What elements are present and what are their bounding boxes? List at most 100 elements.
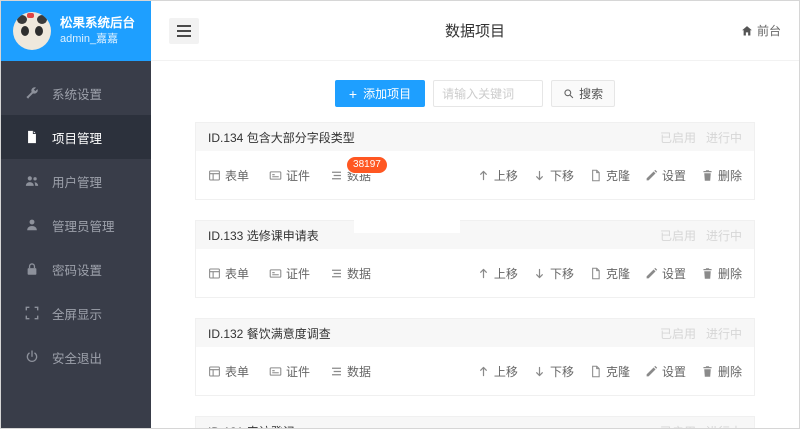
move-down-button[interactable]: 下移 [533, 363, 574, 380]
avatar [13, 12, 51, 50]
card-body: 表单 证件 数据 38197 [196, 151, 754, 199]
project-card-list: ID.134 包含大部分字段类型 已启用 进行中 表单 [195, 122, 755, 428]
data-icon [330, 169, 343, 182]
certificate-button[interactable]: 证件 [269, 363, 310, 380]
sidebar-menu: 系统设置 项目管理 用户管理 管理员管理 密码设置 全屏显示 [1, 61, 151, 428]
menu-toggle-button[interactable] [169, 18, 199, 44]
sidebar-item-fullscreen[interactable]: 全屏显示 [1, 291, 151, 335]
form-icon [208, 365, 221, 378]
status-badges: 已启用 进行中 [660, 227, 742, 244]
delete-button[interactable]: 删除 [701, 265, 742, 282]
status-enabled: 已启用 [660, 325, 696, 342]
page-title: 数据项目 [151, 20, 799, 41]
card-title: ID.131 来访登记 [208, 423, 295, 429]
add-project-button[interactable]: + 添加项目 [335, 80, 425, 107]
sidebar-item-admin-management[interactable]: 管理员管理 [1, 203, 151, 247]
move-up-button[interactable]: 上移 [477, 363, 518, 380]
project-card: ID.133 选修课申请表 已启用 进行中 表单 [195, 220, 755, 298]
sidebar-item-system-settings[interactable]: 系统设置 [1, 71, 151, 115]
project-card: ID.131 来访登记 已启用 进行中 表单 [195, 416, 755, 428]
status-enabled: 已启用 [660, 423, 696, 429]
brand-header: 松果系统后台 admin_嘉嘉 [1, 1, 151, 61]
form-button[interactable]: 表单 [208, 167, 249, 184]
status-badges: 已启用 进行中 [660, 129, 742, 146]
topbar: 数据项目 前台 [151, 1, 799, 61]
form-button[interactable]: 表单 [208, 265, 249, 282]
data-button[interactable]: 数据 [330, 265, 371, 282]
admin-user-icon [25, 218, 39, 232]
sidebar-item-password-settings[interactable]: 密码设置 [1, 247, 151, 291]
form-button[interactable]: 表单 [208, 363, 249, 380]
project-card: ID.132 餐饮满意度调查 已启用 进行中 表单 [195, 318, 755, 396]
sidebar-item-label: 项目管理 [52, 128, 102, 147]
lock-icon [25, 262, 39, 276]
settings-button[interactable]: 设置 [645, 363, 686, 380]
pencil-icon [645, 267, 658, 280]
users-icon [25, 174, 39, 188]
search-icon [563, 88, 574, 99]
search-button-label: 搜索 [579, 85, 603, 102]
certificate-button[interactable]: 证件 [269, 265, 310, 282]
data-icon [330, 267, 343, 280]
clone-button[interactable]: 克隆 [589, 265, 630, 282]
status-enabled: 已启用 [660, 129, 696, 146]
status-badges: 已启用 进行中 [660, 423, 742, 429]
settings-button[interactable]: 设置 [645, 167, 686, 184]
sidebar-item-label: 安全退出 [52, 348, 102, 367]
status-running: 进行中 [706, 129, 742, 146]
arrow-up-icon [477, 267, 490, 280]
card-title: ID.132 餐饮满意度调查 [208, 325, 331, 342]
main-area: 数据项目 前台 + 添加项目 搜索 [151, 1, 799, 428]
arrow-down-icon [533, 365, 546, 378]
data-button[interactable]: 数据 38197 [330, 167, 371, 184]
pencil-icon [645, 169, 658, 182]
sidebar: 松果系统后台 admin_嘉嘉 系统设置 项目管理 用户管理 管理员管理 [1, 1, 151, 428]
status-enabled: 已启用 [660, 227, 696, 244]
trash-icon [701, 267, 714, 280]
data-button[interactable]: 数据 [330, 363, 371, 380]
clone-page-icon [589, 365, 602, 378]
move-up-button[interactable]: 上移 [477, 167, 518, 184]
certificate-button[interactable]: 证件 [269, 167, 310, 184]
logout-icon [25, 350, 39, 364]
form-icon [208, 169, 221, 182]
card-header: ID.134 包含大部分字段类型 已启用 进行中 [196, 123, 754, 151]
trash-icon [701, 169, 714, 182]
card-header: ID.131 来访登记 已启用 进行中 [196, 417, 754, 428]
clone-page-icon [589, 169, 602, 182]
move-down-button[interactable]: 下移 [533, 167, 574, 184]
frontend-link[interactable]: 前台 [741, 22, 781, 39]
clone-button[interactable]: 克隆 [589, 167, 630, 184]
form-icon [208, 267, 221, 280]
brand-username: admin_嘉嘉 [60, 32, 135, 47]
data-icon [330, 365, 343, 378]
arrow-up-icon [477, 365, 490, 378]
clone-button[interactable]: 克隆 [589, 363, 630, 380]
status-running: 进行中 [706, 423, 742, 429]
settings-button[interactable]: 设置 [645, 265, 686, 282]
sidebar-item-label: 系统设置 [52, 84, 102, 103]
add-project-label: 添加项目 [363, 85, 411, 102]
delete-button[interactable]: 删除 [701, 167, 742, 184]
status-running: 进行中 [706, 325, 742, 342]
move-down-button[interactable]: 下移 [533, 265, 574, 282]
card-title: ID.133 选修课申请表 [208, 227, 319, 244]
arrow-up-icon [477, 169, 490, 182]
sidebar-item-logout[interactable]: 安全退出 [1, 335, 151, 379]
search-input[interactable] [433, 80, 543, 107]
move-up-button[interactable]: 上移 [477, 265, 518, 282]
sidebar-item-label: 全屏显示 [52, 304, 102, 323]
clone-page-icon [589, 267, 602, 280]
sidebar-item-label: 管理员管理 [52, 216, 115, 235]
arrow-down-icon [533, 267, 546, 280]
wrench-icon [25, 86, 39, 100]
content-area: + 添加项目 搜索 ID.134 包含大部分字段类型 已启用 进行中 [151, 61, 799, 428]
sidebar-item-user-management[interactable]: 用户管理 [1, 159, 151, 203]
sidebar-item-project-management[interactable]: 项目管理 [1, 115, 151, 159]
plus-icon: + [349, 87, 357, 101]
search-button[interactable]: 搜索 [551, 80, 615, 107]
project-card: ID.134 包含大部分字段类型 已启用 进行中 表单 [195, 122, 755, 200]
card-title: ID.134 包含大部分字段类型 [208, 129, 355, 146]
sidebar-item-label: 用户管理 [52, 172, 102, 191]
delete-button[interactable]: 删除 [701, 363, 742, 380]
